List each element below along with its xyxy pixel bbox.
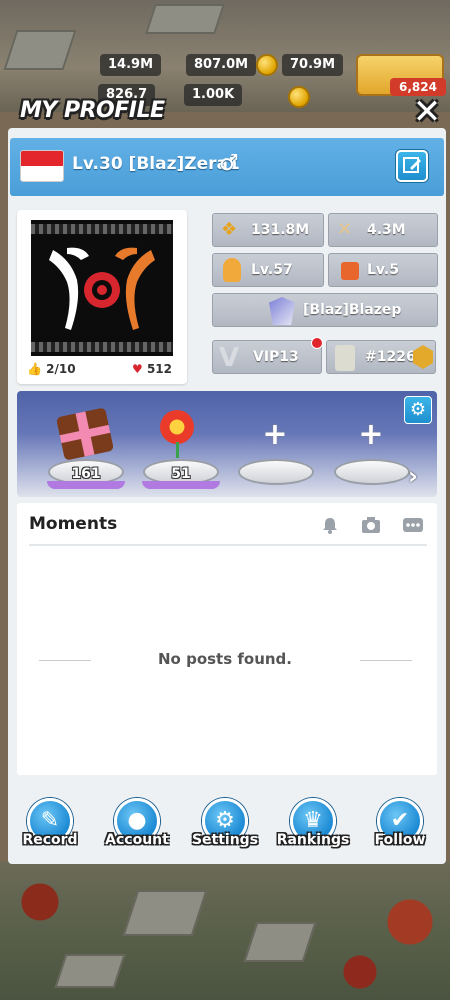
follow-button[interactable]: ✔ Follow	[360, 798, 440, 858]
close-icon: ✕	[412, 92, 442, 132]
thumbs-up-icon: 👍	[27, 362, 42, 376]
flower-gift-icon	[160, 410, 194, 444]
vip-badge-icon: V	[219, 343, 240, 373]
hearts-count: 512	[146, 362, 173, 376]
power-stat[interactable]: ❖ 131.8M	[212, 213, 324, 247]
vip-button[interactable]: V VIP13	[212, 337, 323, 374]
empty-state-text: No posts found.	[158, 650, 292, 668]
hero-icon	[223, 258, 241, 282]
pedestal	[334, 459, 410, 485]
account-button[interactable]: ● Account	[97, 798, 177, 858]
basket-icon	[341, 262, 359, 280]
player-name: Lv.30 [Blaz]Zera1	[72, 154, 240, 174]
page-title: MY PROFILE	[20, 98, 165, 123]
alliance-button[interactable]: [Blaz]Blazep	[212, 293, 438, 327]
camera-icon[interactable]	[360, 516, 382, 538]
gift-count: 161	[71, 466, 101, 482]
nav-label: Settings	[191, 832, 259, 848]
record-button[interactable]: ✎ Record	[10, 798, 90, 858]
likes-stat: 👍 2/10	[27, 362, 76, 376]
alliance-name: [Blaz]Blazep	[303, 302, 402, 318]
bg-building	[145, 4, 225, 34]
more-icon[interactable]	[402, 516, 424, 538]
game-background-bottom	[0, 862, 450, 1000]
likes-count: 2/10	[46, 362, 76, 376]
chevron-right-icon[interactable]: ›	[408, 462, 418, 490]
bg-building	[54, 954, 126, 988]
vip-level: VIP13	[253, 349, 299, 365]
divider	[360, 660, 412, 661]
hero-level-value: Lv.57	[251, 262, 293, 278]
divider	[39, 660, 91, 661]
building-level-stat[interactable]: Lv.5	[328, 253, 438, 287]
bg-building	[243, 922, 317, 962]
edit-icon	[403, 157, 421, 173]
bell-icon[interactable]	[319, 516, 341, 538]
bg-building	[122, 890, 208, 936]
pedestal-rim	[47, 481, 125, 489]
rankings-button[interactable]: ♛ Rankings	[273, 798, 353, 858]
moments-divider	[29, 544, 427, 546]
gift-settings-button[interactable]: ⚙	[404, 396, 432, 424]
hearts-stat: ♥ 512	[132, 362, 172, 376]
rank-cake-icon	[335, 345, 355, 371]
pedestal-rim	[142, 481, 220, 489]
close-button[interactable]: ✕	[412, 95, 442, 129]
indonesia-flag-icon	[20, 150, 64, 182]
nav-label: Record	[22, 832, 78, 848]
power-value: 131.8M	[251, 222, 310, 238]
plus-icon: +	[358, 417, 384, 452]
kills-value: 4.3M	[367, 222, 406, 238]
male-icon: ♂	[219, 151, 239, 176]
gear-icon: ⚙	[409, 399, 427, 420]
moments-title: Moments	[29, 514, 118, 534]
edit-profile-button[interactable]	[396, 150, 428, 182]
plus-icon: +	[262, 417, 288, 452]
avatar	[31, 220, 173, 356]
pedestal	[238, 459, 314, 485]
coin-icon	[288, 86, 310, 108]
nav-label: Rankings	[276, 832, 350, 848]
nav-label: Follow	[374, 832, 426, 848]
power-icon: ❖	[221, 219, 238, 240]
building-level-value: Lv.5	[367, 262, 399, 278]
resource-amount: 14.9M	[100, 54, 162, 76]
hero-level-stat[interactable]: Lv.57	[212, 253, 324, 287]
nav-label: Account	[105, 832, 169, 848]
settings-button[interactable]: ⚙ Settings	[185, 798, 265, 858]
notification-dot	[311, 337, 323, 349]
coin-icon	[256, 54, 278, 76]
bg-building	[3, 30, 77, 70]
resource-amount: 70.9M	[282, 54, 344, 76]
alliance-badge-icon	[269, 297, 295, 325]
resource-amount: 807.0M	[186, 54, 257, 76]
rank-medal-icon	[413, 345, 433, 369]
heart-icon: ♥	[132, 362, 143, 376]
avatar-emblem-icon	[49, 247, 155, 330]
rank-stat[interactable]: #1226	[326, 340, 436, 374]
resource-amount: 1.00K	[184, 84, 243, 106]
kills-icon: ✕	[337, 219, 353, 240]
kills-stat[interactable]: ✕ 4.3M	[328, 213, 438, 247]
rank-value: #1226	[365, 349, 416, 365]
gift-count: 51	[171, 466, 191, 482]
